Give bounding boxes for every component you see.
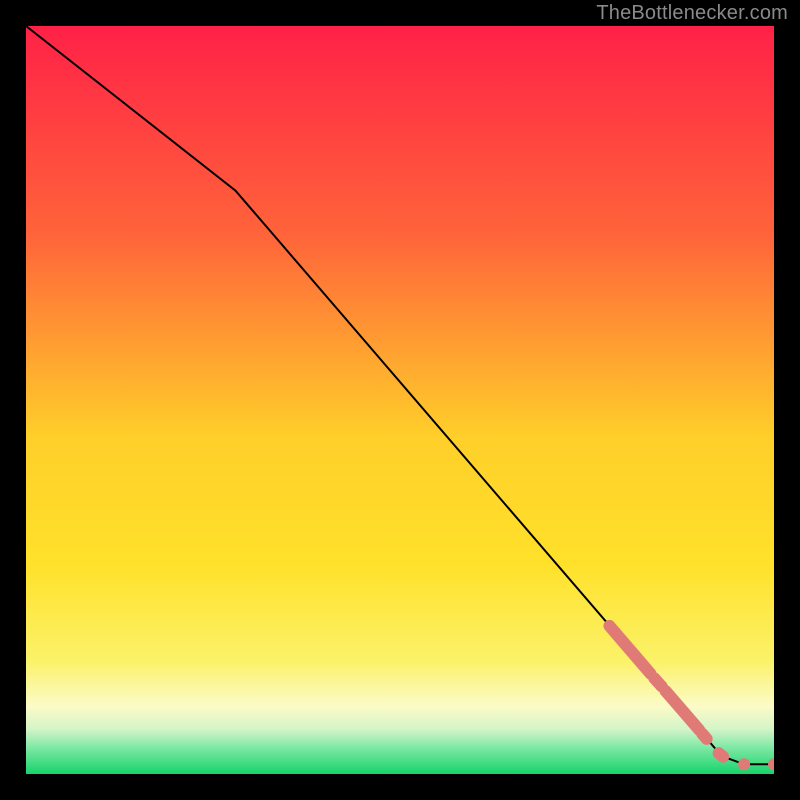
highlight-segment	[702, 734, 706, 739]
chart-svg	[26, 26, 774, 774]
chart-stage: TheBottlenecker.com	[0, 0, 800, 800]
attribution-text: TheBottlenecker.com	[596, 2, 788, 25]
plot-area	[26, 26, 774, 774]
gradient-background	[26, 26, 774, 774]
highlight-segment	[719, 753, 723, 757]
highlight-segment	[654, 678, 661, 686]
highlight-dot	[738, 758, 750, 770]
